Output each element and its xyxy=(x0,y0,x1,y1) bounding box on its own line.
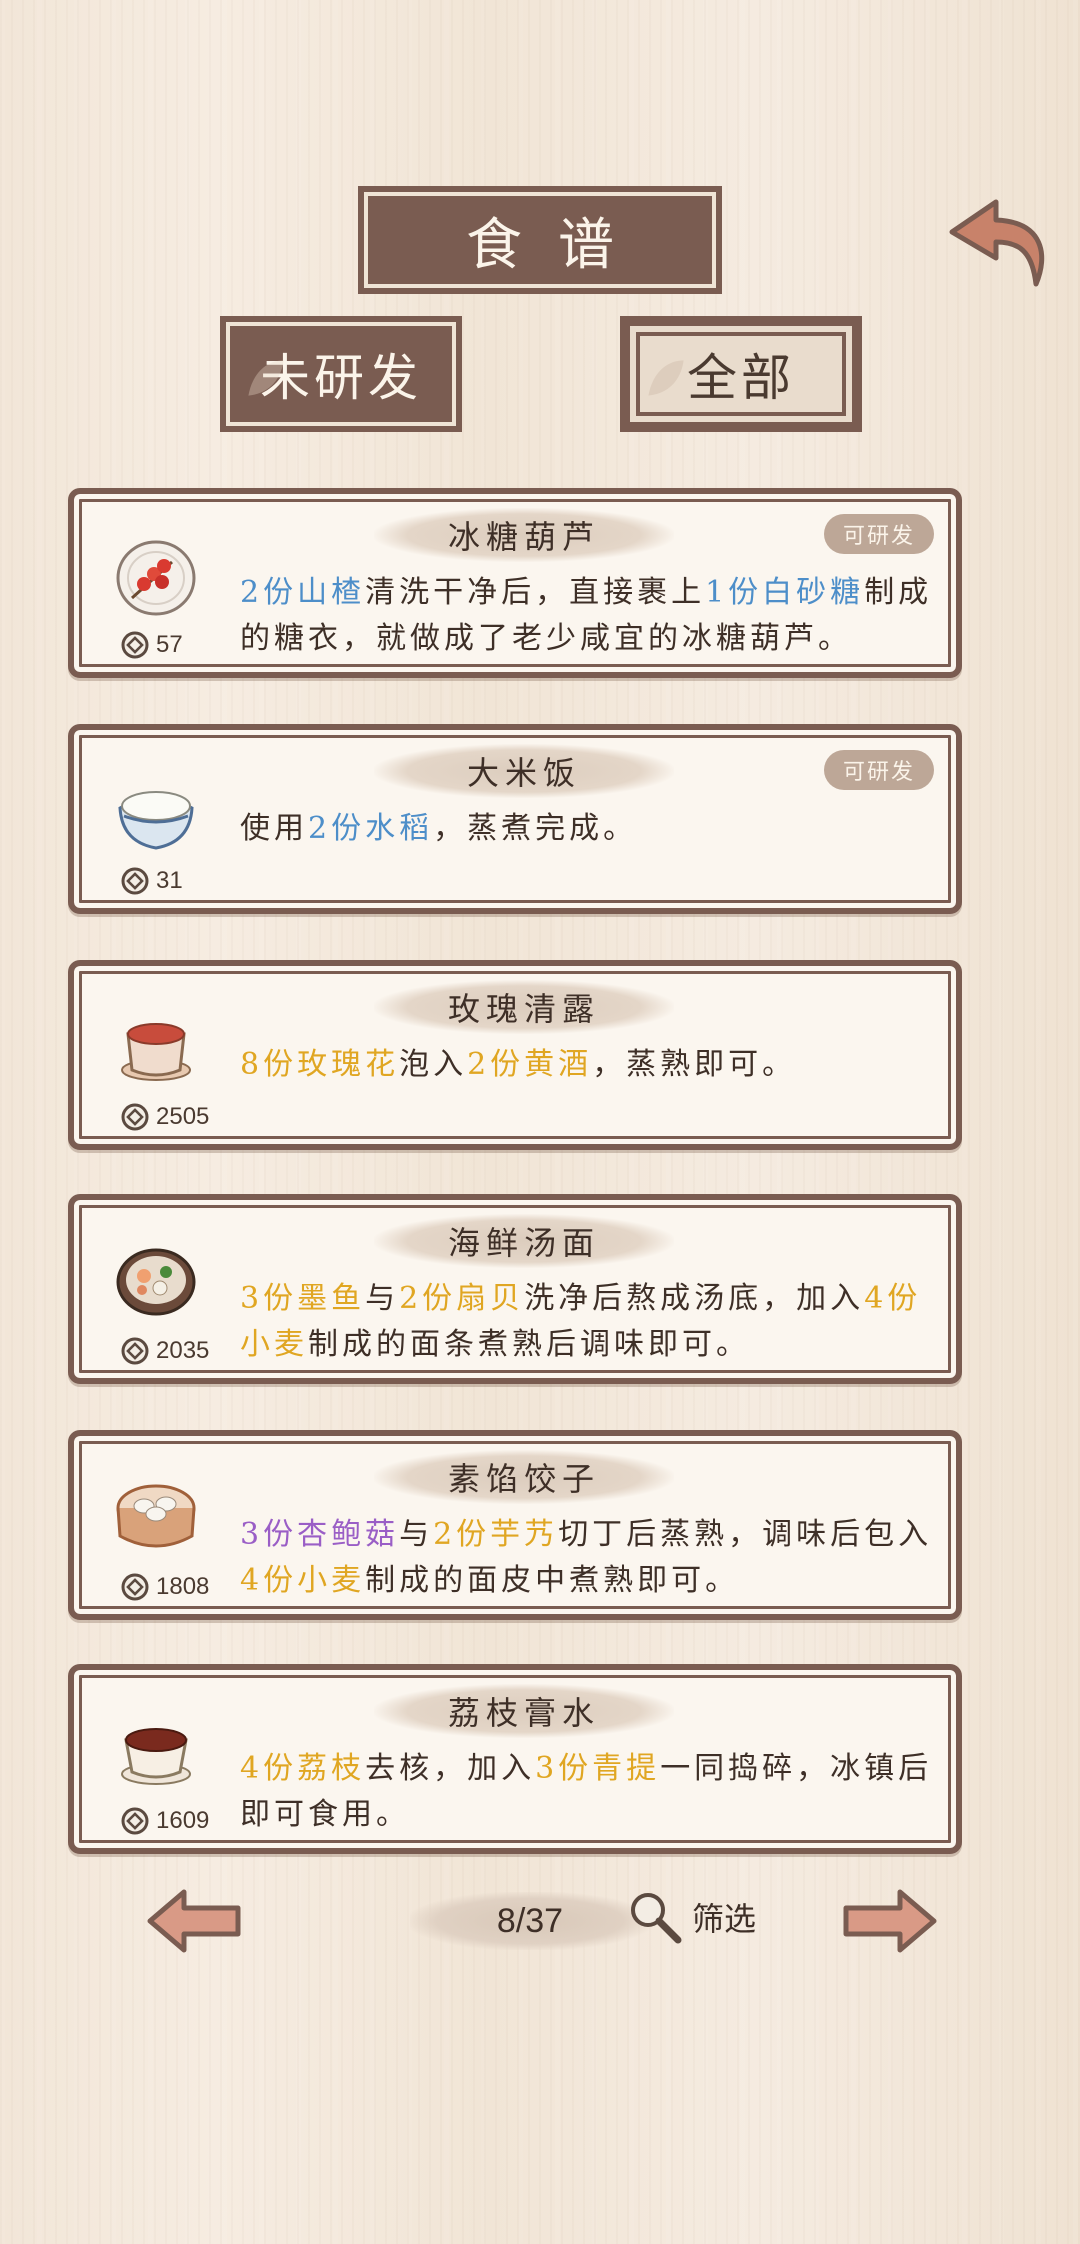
recipe-name: 素馅饺子 xyxy=(374,1450,674,1504)
coin-icon xyxy=(121,1337,149,1365)
recipe-cost: 31 xyxy=(120,866,183,896)
ingredient-highlight: 3份墨鱼 xyxy=(240,1281,366,1316)
back-arrow-icon[interactable] xyxy=(944,192,1054,296)
prev-page-arrow-icon[interactable] xyxy=(144,1886,244,1956)
recipe-card[interactable]: 玫瑰清露 2505 8份玫瑰花泡入2份黄酒，蒸熟即可。 xyxy=(68,960,962,1150)
description-text: 去核，加入 xyxy=(365,1751,536,1786)
ingredient-highlight: 4份小麦 xyxy=(240,1563,366,1598)
researchable-badge: 可研发 xyxy=(824,514,934,554)
cost-value: 57 xyxy=(156,631,183,658)
tab-all[interactable]: 全部 xyxy=(620,316,862,432)
recipe-cost: 2035 xyxy=(120,1336,209,1366)
page-title: 食谱 xyxy=(358,186,722,294)
cost-value: 1808 xyxy=(156,1573,210,1600)
recipe-card[interactable]: 海鲜汤面 2035 3份墨鱼与2份扇贝洗净后熬成汤底，加入4份小麦制成的面条煮熟后调… xyxy=(68,1194,962,1384)
recipe-name: 海鲜汤面 xyxy=(374,1214,674,1268)
researchable-badge: 可研发 xyxy=(824,750,934,790)
recipe-cost: 1609 xyxy=(120,1806,209,1836)
ingredient-highlight: 2份芋艿 xyxy=(433,1517,559,1552)
leaf-icon xyxy=(648,360,684,396)
ingredient-highlight: 3份杏鲍菇 xyxy=(240,1517,400,1552)
next-page-arrow-icon[interactable] xyxy=(840,1886,940,1956)
description-text: 清洗干净后，直接裹上 xyxy=(365,575,706,610)
cost-value: 31 xyxy=(156,867,183,894)
recipe-description: 8份玫瑰花泡入2份黄酒，蒸熟即可。 xyxy=(240,1042,940,1088)
filter-label: 筛选 xyxy=(692,1900,757,1938)
ingredient-highlight: 8份玫瑰花 xyxy=(240,1047,400,1082)
recipe-cost: 2505 xyxy=(120,1102,209,1132)
cost-value: 2505 xyxy=(156,1103,210,1130)
recipe-name: 玫瑰清露 xyxy=(374,980,674,1034)
cost-value: 2035 xyxy=(156,1337,210,1364)
page-indicator: 8/37 xyxy=(410,1892,650,1950)
recipe-name: 大米饭 xyxy=(374,744,674,798)
description-text: 制成的面条煮熟后调味即可。 xyxy=(308,1327,750,1362)
ingredient-highlight: 1份白砂糖 xyxy=(705,575,865,610)
rose-drink-icon xyxy=(121,1023,191,1081)
rice-bowl-icon xyxy=(118,791,194,850)
recipe-description: 3份墨鱼与2份扇贝洗净后熬成汤底，加入4份小麦制成的面条煮熟后调味即可。 xyxy=(240,1276,940,1368)
recipe-cost: 1808 xyxy=(120,1572,209,1602)
cost-value: 1609 xyxy=(156,1807,210,1834)
description-text: ，蒸熟即可。 xyxy=(592,1047,797,1082)
description-text: 使用 xyxy=(240,811,308,846)
description-text: 洗净后熬成汤底，加入 xyxy=(524,1281,865,1316)
ingredient-highlight: 3份青提 xyxy=(535,1751,661,1786)
filter-button[interactable]: 筛选 xyxy=(626,1888,756,1946)
description-text: ，蒸煮完成。 xyxy=(433,811,638,846)
lychee-drink-icon xyxy=(121,1728,191,1785)
coin-icon xyxy=(121,1807,149,1835)
seafood-noodle-icon xyxy=(116,1248,196,1316)
recipe-description: 4份荔枝去核，加入3份青提一同捣碎，冰镇后即可食用。 xyxy=(240,1746,940,1838)
ingredient-highlight: 2份黄酒 xyxy=(467,1047,593,1082)
magnifier-icon xyxy=(631,1893,682,1944)
recipe-card[interactable]: 大米饭 可研发 31 使用2份水稻，蒸煮完成。 xyxy=(68,724,962,914)
candied-haws-icon xyxy=(116,540,196,616)
recipe-name: 冰糖葫芦 xyxy=(374,508,674,562)
recipe-description: 使用2份水稻，蒸煮完成。 xyxy=(240,806,940,852)
leaf-icon xyxy=(248,360,284,396)
dumpling-steamer-icon xyxy=(116,1484,196,1548)
recipe-card[interactable]: 荔枝膏水 1609 4份荔枝去核，加入3份青提一同捣碎，冰镇后即可食用。 xyxy=(68,1664,962,1854)
description-text: 与 xyxy=(399,1517,434,1552)
coin-icon xyxy=(121,1573,149,1601)
ingredient-highlight: 4份荔枝 xyxy=(240,1751,366,1786)
recipe-card[interactable]: 冰糖葫芦 可研发 57 2份山楂清洗干净后，直接裹上1份白砂糖制成的糖衣，就做成了老少… xyxy=(68,488,962,678)
tab-undeveloped[interactable]: 未研发 xyxy=(220,316,462,432)
description-text: 制成的面皮中煮熟即可。 xyxy=(365,1563,740,1598)
recipe-cost: 57 xyxy=(120,630,183,660)
ingredient-highlight: 2份山楂 xyxy=(240,575,366,610)
coin-icon xyxy=(121,867,149,895)
recipe-description: 3份杏鲍菇与2份芋艿切丁后蒸熟，调味后包入 4份小麦制成的面皮中煮熟即可。 xyxy=(240,1512,940,1604)
coin-icon xyxy=(121,1103,149,1131)
recipe-description: 2份山楂清洗干净后，直接裹上1份白砂糖制成的糖衣，就做成了老少咸宜的冰糖葫芦。 xyxy=(240,570,940,662)
description-text: 切丁后蒸熟，调味后包入 xyxy=(558,1517,933,1552)
description-text: 泡入 xyxy=(399,1047,468,1082)
description-text: 与 xyxy=(365,1281,400,1316)
ingredient-highlight: 2份扇贝 xyxy=(399,1281,525,1316)
recipe-card[interactable]: 素馅饺子 1808 3份杏鲍菇与2份芋艿切丁后蒸熟，调味后包入 4份小麦制成的面皮中煮… xyxy=(68,1430,962,1620)
coin-icon xyxy=(121,631,149,659)
recipe-name: 荔枝膏水 xyxy=(374,1684,674,1738)
ingredient-highlight: 2份水稻 xyxy=(308,811,434,846)
